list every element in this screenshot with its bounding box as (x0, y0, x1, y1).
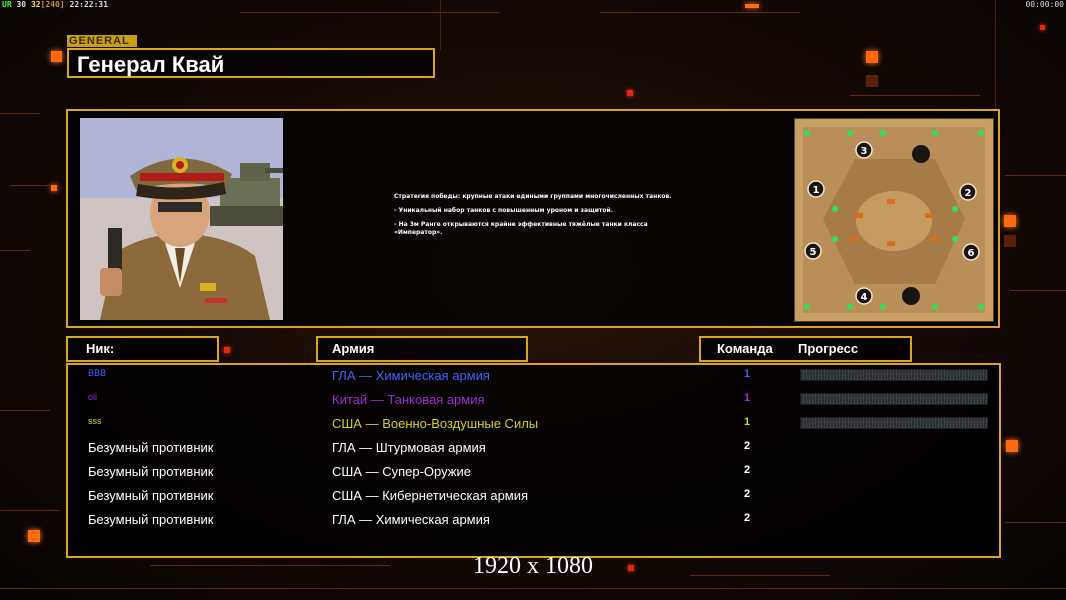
deco-square (1040, 25, 1045, 30)
player-row[interactable]: Безумный противник ГЛА — Химическая арми… (68, 509, 999, 531)
general-description: Стратегия победы: крупные атаки едиными … (394, 193, 694, 243)
player-nick: sss (88, 416, 102, 426)
player-team: 2 (744, 464, 751, 476)
resolution-label: 1920 x 1080 (473, 553, 593, 579)
deco-square (28, 530, 40, 542)
player-row[interactable]: BBB ГЛА — Химическая армия 1 (68, 365, 999, 387)
description-line: - На 3м Ранге открываются крайне эффекти… (394, 221, 648, 236)
general-name: Генерал Квай (77, 52, 225, 77)
deco-line (0, 250, 30, 251)
deco-square (866, 51, 878, 63)
deco-square (51, 185, 57, 191)
player-army: США — Военно-Воздушные Силы (332, 416, 539, 431)
deco-line (1005, 522, 1066, 523)
player-army: Китай — Танковая армия (332, 392, 485, 407)
player-nick: Безумный противник (88, 464, 214, 479)
deco-line (850, 95, 980, 96)
deco-square (627, 90, 633, 96)
player-army: США — Кибернетическая армия (332, 488, 529, 503)
deco-line (0, 510, 60, 511)
general-portrait (80, 118, 283, 320)
deco-line (10, 185, 50, 186)
deco-line (600, 12, 800, 13)
deco-square (224, 347, 230, 353)
player-nick: oli (88, 392, 98, 402)
map-marker-label: 1 (813, 185, 820, 196)
hud-fps: 30 (16, 0, 27, 9)
minimap-preview: 3 1 2 5 6 4 (794, 118, 994, 322)
deco-square (866, 75, 878, 87)
player-roster: BBB ГЛА — Химическая армия 1 oli Китай —… (66, 363, 1001, 558)
player-nick: Безумный противник (88, 488, 214, 503)
deco-square (745, 4, 759, 8)
deco-square (1004, 235, 1016, 247)
player-team: 1 (744, 392, 751, 404)
header-nick-label: Ник: (86, 341, 115, 356)
player-army: ГЛА — Химическая армия (332, 368, 490, 383)
header-team-label: Команда (717, 341, 773, 356)
deco-square (1006, 440, 1018, 452)
player-nick: BBB (88, 368, 107, 378)
map-marker-label: 6 (968, 248, 975, 259)
player-nick: Безумный противник (88, 440, 214, 455)
player-team: 2 (744, 488, 751, 500)
deco-line (0, 588, 1066, 589)
general-label: GENERAL (67, 35, 137, 47)
hud-stats: UR 30 32[240] 22:22:31 (2, 0, 108, 9)
map-marker-label: 5 (810, 247, 817, 258)
hud-clock: 22:22:31 (69, 0, 109, 9)
deco-square (51, 51, 62, 62)
deco-line (240, 12, 500, 13)
map-marker-label: 4 (861, 292, 868, 303)
player-army: ГЛА — Химическая армия (332, 512, 490, 527)
header-army: Армия (316, 336, 528, 362)
header-army-label: Армия (332, 341, 375, 356)
player-row[interactable]: Безумный противник США — Супер-Оружие 2 (68, 461, 999, 483)
hud-bracket: [240] (40, 0, 65, 9)
general-title-box: Генерал Квай (67, 48, 435, 78)
player-army: ГЛА — Штурмовая армия (332, 440, 486, 455)
player-row[interactable]: Безумный противник США — Кибернетическая… (68, 485, 999, 507)
map-marker-label: 2 (965, 188, 972, 199)
player-row[interactable]: oli Китай — Танковая армия 1 (68, 389, 999, 411)
header-progress-label: Прогресс (798, 341, 859, 356)
progress-bar (800, 393, 988, 405)
progress-bar (800, 417, 988, 429)
deco-line (995, 0, 996, 110)
description-line: Стратегия победы: крупные атаки едиными … (394, 193, 672, 200)
progress-bar (800, 369, 988, 381)
header-nick: Ник: (66, 336, 219, 362)
player-row[interactable]: Безумный противник ГЛА — Штурмовая армия… (68, 437, 999, 459)
map-marker-label: 3 (861, 146, 868, 157)
description-line: - Уникальный набор танков с повышенным у… (394, 207, 613, 214)
deco-line (0, 410, 50, 411)
player-team: 2 (744, 440, 751, 452)
player-team: 1 (744, 416, 751, 428)
deco-line (1005, 175, 1066, 176)
hud-tag: UR (2, 0, 12, 9)
header-team-progress: Команда Прогресс (699, 336, 912, 362)
player-team: 2 (744, 512, 751, 524)
deco-square (1004, 215, 1016, 227)
deco-line (1010, 290, 1066, 291)
hud-timer: 00:00:00 (1025, 0, 1064, 9)
player-army: США — Супер-Оружие (332, 464, 471, 479)
player-nick: Безумный противник (88, 512, 214, 527)
deco-line (440, 0, 441, 50)
hud-fps2: 32 (30, 0, 41, 9)
player-team: 1 (744, 368, 751, 380)
player-row[interactable]: sss США — Военно-Воздушные Силы 1 (68, 413, 999, 435)
deco-line (0, 113, 40, 114)
